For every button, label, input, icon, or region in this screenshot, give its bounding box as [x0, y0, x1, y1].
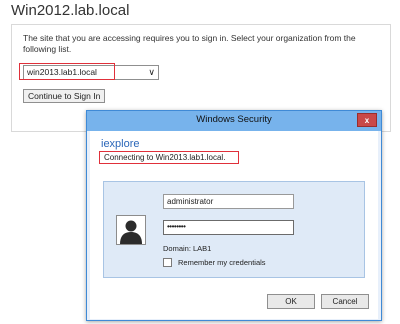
- domain-label: Domain: LAB1: [163, 244, 212, 253]
- dialog-body: iexplore Connecting to Win2013.lab1.loca…: [90, 131, 378, 319]
- credential-panel: administrator •••••••• Domain: LAB1 Reme…: [103, 181, 365, 278]
- chevron-down-icon: ∨: [148, 67, 155, 77]
- ok-button[interactable]: OK: [267, 294, 315, 309]
- close-button[interactable]: x: [357, 113, 377, 127]
- username-field[interactable]: administrator: [163, 194, 294, 209]
- password-field[interactable]: ••••••••: [163, 220, 294, 235]
- remember-credentials-label: Remember my credentials: [178, 258, 266, 267]
- continue-to-sign-in-button[interactable]: Continue to Sign In: [23, 89, 106, 103]
- cancel-button[interactable]: Cancel: [321, 294, 369, 309]
- windows-security-dialog: Windows Security x iexplore Connecting t…: [86, 110, 382, 321]
- signin-message: The site that you are accessing requires…: [23, 33, 356, 54]
- page-title: Win2012.lab.local: [11, 2, 130, 19]
- dialog-titlebar: Windows Security x: [87, 111, 381, 131]
- app-name: iexplore: [101, 138, 140, 150]
- remember-credentials-checkbox[interactable]: [163, 258, 172, 267]
- highlight-box-organization: [19, 63, 115, 80]
- dialog-title: Windows Security: [196, 114, 272, 125]
- user-avatar-icon: [116, 215, 146, 245]
- highlight-box-connecting: [99, 151, 239, 164]
